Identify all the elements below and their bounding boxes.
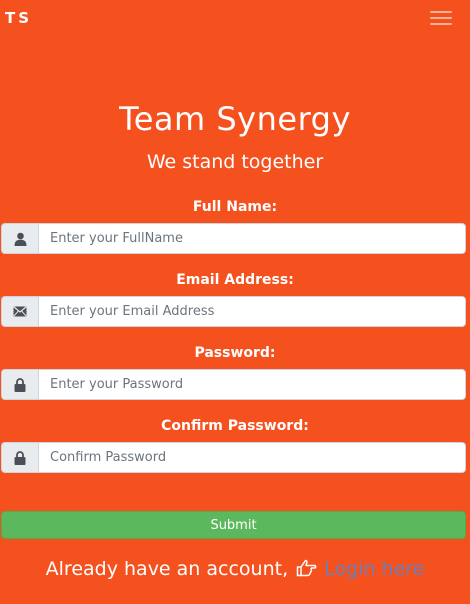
lock-icon (1, 442, 38, 473)
password-label: Password: (194, 345, 276, 361)
email-input-group (1, 296, 466, 327)
page-subtitle: We stand together (146, 151, 324, 173)
lock-icon (1, 369, 38, 400)
fullname-input[interactable] (38, 223, 466, 254)
password-input[interactable] (38, 369, 466, 400)
submit-button[interactable]: Submit (1, 511, 466, 539)
email-input[interactable] (38, 296, 466, 327)
confirm-password-input-group (1, 442, 466, 473)
confirm-password-label: Confirm Password: (161, 418, 309, 434)
email-label: Email Address: (176, 272, 294, 288)
login-prompt-text: Already have an account, (45, 558, 289, 580)
hamburger-menu-icon[interactable] (430, 9, 454, 27)
login-prompt: Already have an account, Login here (0, 558, 470, 582)
login-link[interactable]: Login here (324, 558, 424, 580)
confirm-password-input[interactable] (38, 442, 466, 473)
user-icon (1, 223, 38, 254)
password-input-group (1, 369, 466, 400)
page-title: Team Synergy (119, 100, 351, 138)
fullname-input-group (1, 223, 466, 254)
envelope-icon (1, 296, 38, 327)
hand-pointing-icon (296, 559, 318, 582)
fullname-label: Full Name: (192, 199, 278, 215)
brand-logo[interactable]: TS (5, 9, 32, 27)
navbar: TS (0, 0, 470, 38)
